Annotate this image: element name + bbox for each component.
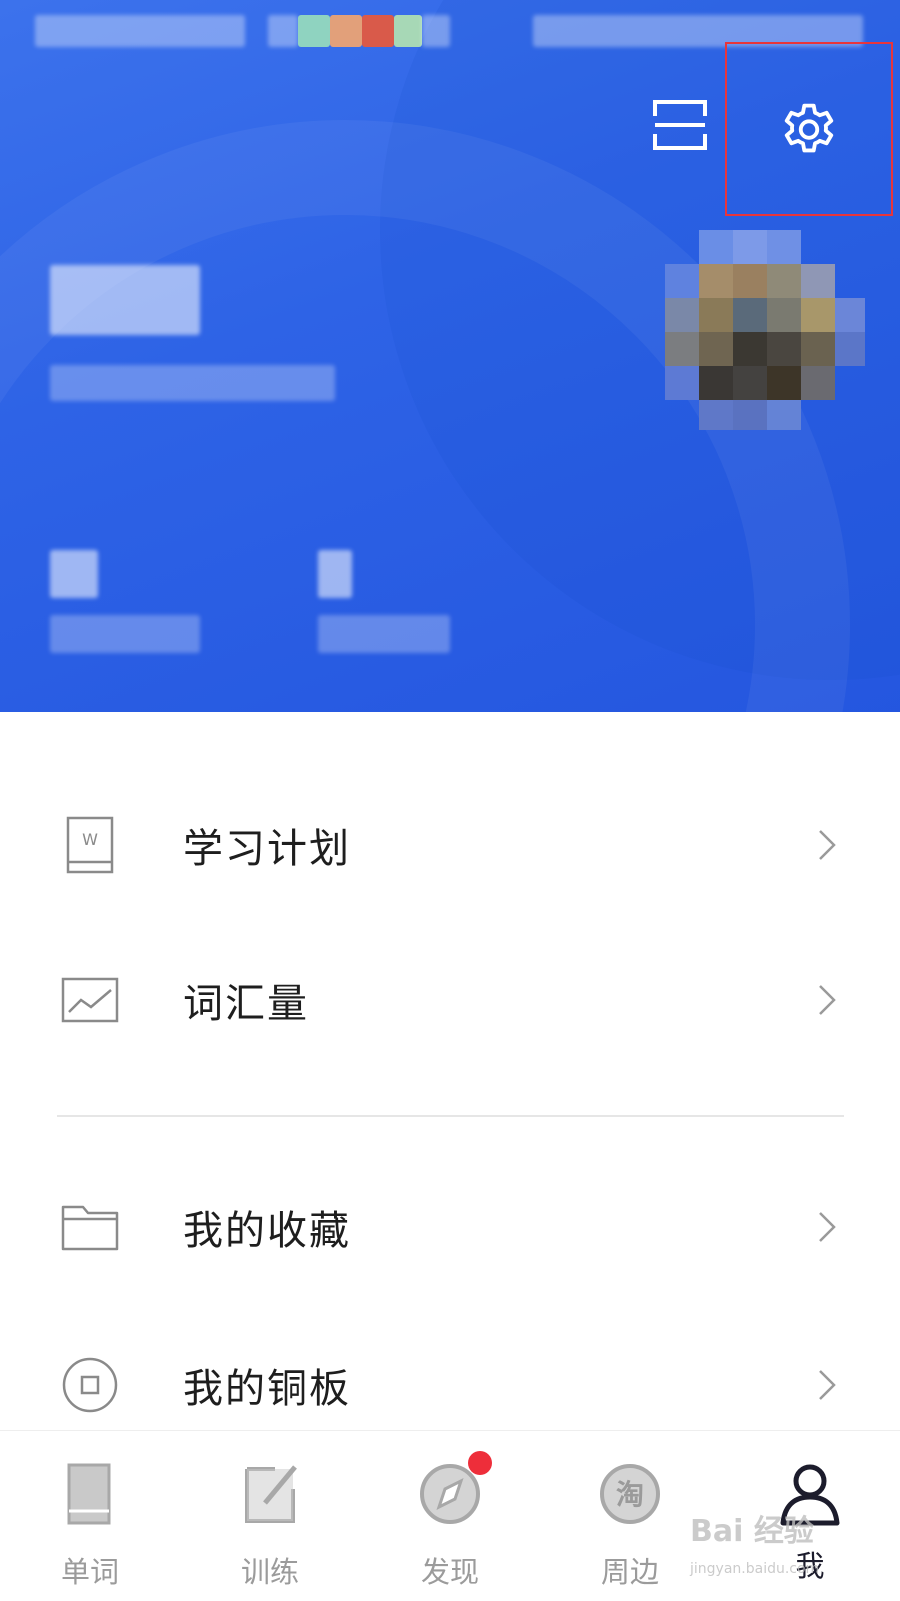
nav-label: 单词 — [60, 1555, 119, 1589]
book-w-icon: W — [60, 815, 120, 875]
edit-icon — [245, 1465, 297, 1523]
stat-label-blurred — [50, 615, 200, 653]
scan-button[interactable] — [645, 90, 715, 160]
menu-item-vocabulary[interactable]: 词汇量 — [0, 925, 900, 1075]
nav-tab-discover[interactable]: 发现 — [360, 1431, 540, 1601]
svg-text:淘: 淘 — [616, 1478, 644, 1511]
book-icon — [67, 1463, 111, 1525]
nav-tab-training[interactable]: 训练 — [180, 1431, 360, 1601]
coin-icon — [60, 1355, 120, 1415]
menu-item-study-plan[interactable]: W 学习计划 — [0, 770, 900, 920]
stat-value-blurred — [318, 550, 352, 598]
stat-value-blurred — [50, 550, 98, 598]
notification-dot — [468, 1451, 492, 1475]
chevron-right-icon — [819, 985, 836, 1015]
header-edge — [0, 712, 900, 733]
avatar[interactable] — [665, 230, 865, 430]
nav-tab-words[interactable]: 单词 — [0, 1431, 180, 1601]
svg-text:W: W — [82, 830, 98, 849]
scan-icon — [653, 100, 707, 150]
username-blurred — [50, 265, 200, 335]
menu-item-favorites[interactable]: 我的收藏 — [0, 1152, 900, 1302]
menu-label: 词汇量 — [183, 981, 309, 1027]
chevron-right-icon — [819, 1212, 836, 1242]
menu-label: 我的收藏 — [183, 1208, 351, 1254]
menu-label: 我的铜板 — [183, 1366, 351, 1412]
nav-label: 发现 — [420, 1555, 479, 1589]
menu-label: 学习计划 — [183, 826, 351, 872]
watermark-url: jingyan.baidu.com — [690, 1561, 820, 1577]
nav-label: 训练 — [240, 1555, 299, 1589]
watermark: Bai 经验 — [690, 1514, 814, 1549]
settings-highlight-box — [725, 42, 893, 216]
menu-divider — [57, 1115, 844, 1117]
chart-icon — [60, 970, 120, 1030]
user-subtitle-blurred — [50, 365, 335, 401]
bottom-nav: 单词 训练 发现 淘 周边 我 Bai 经验 jingyan.baidu.com — [0, 1430, 900, 1601]
chevron-right-icon — [819, 1370, 836, 1400]
tao-icon: 淘 — [600, 1464, 660, 1524]
chevron-right-icon — [819, 830, 836, 860]
stat-label-blurred — [318, 615, 450, 653]
folder-icon — [60, 1197, 120, 1257]
